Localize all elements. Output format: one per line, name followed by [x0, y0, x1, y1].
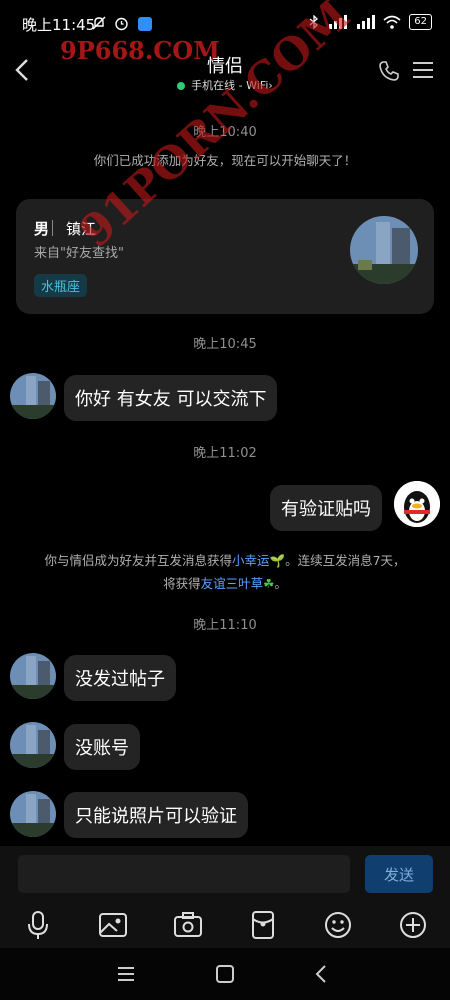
menu-icon[interactable] [412, 60, 434, 80]
system-notice: 你们已成功添加为好友，现在可以开始聊天了！ [93, 153, 357, 168]
home-nav-icon[interactable] [211, 960, 239, 988]
message-input[interactable] [18, 855, 350, 893]
mute-icon [92, 16, 106, 30]
toolbar [0, 902, 450, 948]
card-avatar[interactable] [350, 216, 418, 284]
send-button[interactable]: 发送 [365, 855, 433, 893]
timestamp: 晚上11:02 [193, 446, 257, 461]
zodiac-tag: 水瓶座 [34, 274, 88, 297]
red-packet-icon[interactable] [247, 909, 279, 941]
app-notification-icon [138, 17, 152, 31]
clover-link[interactable]: 友谊三叶草 [201, 576, 264, 591]
menu-nav-icon[interactable] [112, 960, 140, 988]
back-nav-icon[interactable] [308, 960, 336, 988]
emoji-icon[interactable] [322, 909, 354, 941]
plus-icon[interactable] [397, 909, 429, 941]
notice-text: 。 [274, 576, 287, 591]
received-message[interactable]: 你好 有女友 可以交流下 [64, 375, 278, 421]
system-reward-notice: 你与情侣成为好友并互发消息获得小幸运🌱。连续互发消息7天， 将获得友谊三叶草☘。 [30, 549, 420, 595]
card-divider [52, 220, 53, 236]
contact-avatar[interactable] [10, 373, 56, 419]
sprout-icon: 🌱 [269, 553, 286, 568]
lucky-link[interactable]: 小幸运 [232, 553, 270, 568]
received-message[interactable]: 没账号 [64, 724, 140, 770]
status-bar: 晚上11:45 9P668.COM 62 [0, 0, 450, 65]
contact-avatar[interactable] [10, 791, 56, 837]
clover-icon: ☘ [263, 576, 275, 591]
received-message[interactable]: 没发过帖子 [64, 655, 176, 701]
camera-icon[interactable] [172, 909, 204, 941]
my-avatar[interactable] [394, 481, 440, 527]
sent-message[interactable]: 有验证贴吗 [270, 485, 382, 531]
alarm-icon [114, 16, 129, 31]
image-icon[interactable] [97, 909, 129, 941]
notice-text: 你与情侣成为好友并互发消息获得 [44, 553, 232, 568]
status-time: 晚上11:45 [22, 16, 96, 34]
battery-indicator: 62 [409, 14, 432, 30]
mic-icon[interactable] [22, 909, 54, 941]
phone-call-icon[interactable] [378, 60, 400, 82]
wifi-icon [383, 15, 401, 29]
contact-avatar[interactable] [10, 653, 56, 699]
timestamp: 晚上10:45 [193, 337, 257, 352]
notice-text: 将获得 [163, 576, 201, 591]
contact-avatar[interactable] [10, 722, 56, 768]
received-message[interactable]: 只能说照片可以验证 [64, 792, 248, 838]
online-dot-icon [177, 82, 186, 90]
notice-text: 。连续互发消息7天， [285, 553, 406, 568]
card-gender: 男 [34, 220, 50, 238]
timestamp: 晚上11:10 [193, 618, 257, 633]
